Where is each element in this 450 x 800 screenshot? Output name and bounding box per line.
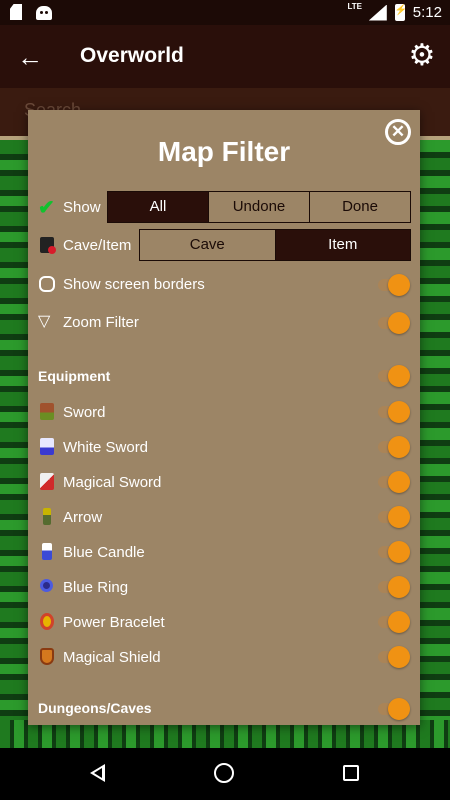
- cave-item-label: Cave/Item: [63, 237, 132, 254]
- show-segmented-control: All Undone Done: [107, 191, 411, 223]
- blue-candle-toggle[interactable]: [376, 539, 412, 563]
- show-screen-borders-toggle[interactable]: [376, 272, 412, 296]
- nav-back-icon[interactable]: [90, 764, 105, 782]
- equipment-item-label: Power Bracelet: [63, 614, 165, 631]
- magical-sword-toggle[interactable]: [376, 469, 412, 493]
- show-screen-borders-label: Show screen borders: [63, 276, 205, 293]
- gear-icon[interactable]: ⚙: [406, 40, 438, 72]
- navigation-bar: [0, 748, 450, 800]
- arrow-back-icon[interactable]: ←: [14, 42, 46, 74]
- equipment-item-label: Blue Candle: [63, 544, 145, 561]
- equipment-section-toggle[interactable]: [376, 363, 412, 387]
- cave-item-segmented-control: Cave Item: [139, 229, 411, 261]
- map-filter-dialog: ✕ Map Filter ✔ Show All Undone Done Cave…: [28, 110, 420, 725]
- arrow-toggle[interactable]: [376, 504, 412, 528]
- white-sword-toggle[interactable]: [376, 434, 412, 458]
- magical-shield-icon: [40, 648, 54, 665]
- cave-item-icon: [40, 237, 56, 254]
- network-type: LTE: [347, 2, 362, 11]
- dungeons-caves-section-toggle[interactable]: [376, 696, 412, 720]
- sword-icon: [40, 403, 54, 420]
- status-bar: LTE 5:12: [0, 0, 450, 25]
- sd-card-icon: [10, 4, 22, 20]
- equipment-item-label: Magical Sword: [63, 474, 162, 491]
- map-trees-left: [0, 140, 30, 748]
- blue-candle-icon: [42, 543, 52, 560]
- show-option-all[interactable]: All: [108, 192, 208, 222]
- blue-ring-icon: [40, 579, 53, 592]
- dungeons-caves-section-title: Dungeons/Caves: [38, 700, 152, 716]
- equipment-item-label: Arrow: [63, 509, 103, 526]
- arrow-icon: [43, 508, 51, 525]
- equipment-item-label: Sword: [63, 404, 106, 421]
- nav-recents-icon[interactable]: [343, 765, 359, 781]
- map-trees-right: [420, 140, 450, 748]
- zoom-filter-label: Zoom Filter: [63, 314, 139, 331]
- dialog-title: Map Filter: [157, 136, 291, 167]
- funnel-icon: ▽: [38, 313, 51, 330]
- app-bar: ← Overworld ⚙: [0, 25, 450, 88]
- show-label: Show: [63, 199, 101, 216]
- white-sword-icon: [40, 438, 54, 455]
- magical-sword-icon: [40, 473, 54, 490]
- zoom-filter-toggle[interactable]: [376, 310, 412, 334]
- show-option-done[interactable]: Done: [309, 192, 410, 222]
- status-time: 5:12: [412, 4, 442, 21]
- magical-shield-toggle[interactable]: [376, 644, 412, 668]
- equipment-item-label: Blue Ring: [63, 579, 129, 596]
- checkmark-icon: ✔: [38, 197, 55, 219]
- cave-item-option-item[interactable]: Item: [274, 230, 410, 260]
- sword-toggle[interactable]: [376, 399, 412, 423]
- show-option-undone[interactable]: Undone: [208, 192, 309, 222]
- equipment-section-title: Equipment: [38, 368, 111, 384]
- android-notification-icon: [36, 6, 52, 20]
- nav-home-icon[interactable]: [214, 763, 234, 783]
- power-bracelet-toggle[interactable]: [376, 609, 412, 633]
- cave-item-option-cave[interactable]: Cave: [140, 230, 275, 260]
- screen-border-icon: [39, 276, 55, 292]
- battery-charging-icon: [394, 4, 407, 21]
- blue-ring-toggle[interactable]: [376, 574, 412, 598]
- app-title: Overworld: [80, 44, 184, 67]
- equipment-item-label: Magical Shield: [63, 649, 161, 666]
- signal-icon: [368, 4, 387, 21]
- power-bracelet-icon: [40, 613, 54, 630]
- equipment-item-label: White Sword: [63, 439, 149, 456]
